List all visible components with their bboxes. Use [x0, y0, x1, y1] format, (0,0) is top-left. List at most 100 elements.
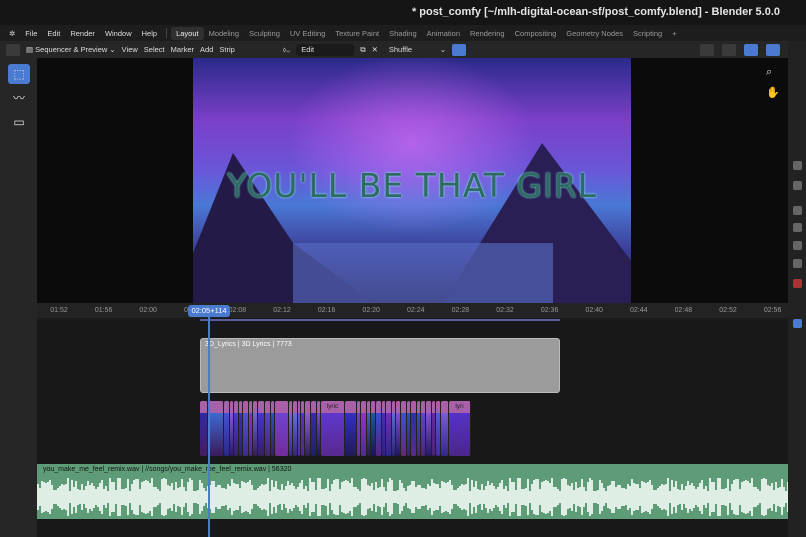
image-strip[interactable]	[441, 401, 449, 456]
image-strip[interactable]	[258, 401, 265, 456]
waveform-bar	[227, 484, 229, 510]
image-strip[interactable]: lyric	[321, 401, 345, 456]
menu-marker[interactable]: Marker	[171, 45, 194, 54]
search-tab-icon[interactable]	[793, 319, 802, 328]
waveform-bar	[83, 490, 85, 504]
blade-tool-icon[interactable]: ▭	[8, 112, 30, 132]
image-strip[interactable]	[275, 401, 289, 456]
waveform-bar	[77, 489, 79, 505]
tab-sculpting[interactable]: Sculpting	[244, 27, 285, 40]
image-strip-thumbnail	[224, 413, 229, 456]
waveform-bar	[399, 480, 401, 514]
waveform-bar	[97, 487, 99, 507]
image-strip-thumbnail	[417, 413, 420, 456]
image-strip-thumbnail	[305, 413, 310, 456]
gizmo-icon[interactable]	[744, 43, 758, 56]
tab-geometry-nodes[interactable]: Geometry Nodes	[561, 27, 628, 40]
waveform-bar	[635, 484, 637, 510]
zoom-icon[interactable]: ⌕	[766, 66, 772, 79]
menu-window[interactable]: Window	[100, 29, 137, 38]
cache-tab-icon[interactable]	[793, 206, 802, 215]
waveform-bar	[669, 491, 671, 503]
waveform-bar	[503, 489, 505, 505]
menu-file[interactable]: File	[20, 29, 42, 38]
waveform-bar	[99, 483, 101, 511]
add-workspace-icon[interactable]: +	[667, 27, 681, 40]
display-icon[interactable]	[722, 43, 736, 56]
hand-pan-icon[interactable]: ✋	[766, 86, 780, 99]
image-strip[interactable]	[200, 401, 208, 456]
timeline-ruler[interactable]: 01:5201:5602:0002:0402:0802:1202:1602:20…	[37, 303, 788, 319]
waveform-bar	[487, 481, 489, 513]
chevron-down-icon[interactable]: ⌄	[440, 45, 446, 54]
menu-render[interactable]: Render	[65, 29, 100, 38]
snap-icon[interactable]	[452, 43, 467, 56]
scene-tab-icon[interactable]	[793, 241, 802, 250]
record-tab-icon[interactable]	[793, 279, 802, 288]
edit-field[interactable]: Edit	[296, 43, 355, 56]
waveform-bar	[621, 488, 623, 506]
waveform-bar	[105, 486, 107, 508]
copy-icon[interactable]: ⧉	[360, 45, 365, 55]
view-type-dropdown[interactable]: ▤ Sequencer & Preview ⌄	[26, 45, 116, 54]
tab-compositing[interactable]: Compositing	[510, 27, 562, 40]
tab-shading[interactable]: Shading	[384, 27, 422, 40]
waveform-bar	[589, 478, 591, 516]
text-strip[interactable]: 3D_Lyrics | 3D Lyrics | 7773	[200, 338, 560, 393]
menu-help[interactable]: Help	[137, 29, 162, 38]
view-tab-icon[interactable]	[793, 259, 802, 268]
current-frame-indicator[interactable]: 02:05+114	[188, 305, 230, 317]
waveform-bar	[253, 490, 255, 504]
menu-view[interactable]: View	[122, 45, 138, 54]
preview-overlay-icon[interactable]	[766, 43, 780, 56]
waveform-bar	[269, 491, 271, 503]
image-strip[interactable]	[208, 401, 224, 456]
waveform-bar	[403, 488, 405, 506]
waveform-bar	[267, 478, 269, 516]
annotate-tool-icon[interactable]: 〰	[8, 88, 30, 108]
strip-tab-icon[interactable]	[793, 161, 802, 170]
image-strip-header	[271, 401, 274, 413]
waveform-bar	[597, 490, 599, 504]
image-strip-header	[407, 401, 410, 413]
tab-rendering[interactable]: Rendering	[465, 27, 510, 40]
waveform-bar	[625, 489, 627, 505]
ruler-tick: 02:28	[451, 307, 470, 314]
waveform-bar	[499, 483, 501, 511]
ruler-tick: 02:56	[763, 307, 782, 314]
tab-scripting[interactable]: Scripting	[628, 27, 667, 40]
menu-add[interactable]: Add	[200, 45, 213, 54]
waveform-bar	[325, 488, 327, 506]
waveform-bar	[539, 489, 541, 505]
tab-uv-editing[interactable]: UV Editing	[285, 27, 330, 40]
tab-modeling[interactable]: Modeling	[204, 27, 244, 40]
blender-logo-icon[interactable]: ✲	[4, 29, 20, 38]
image-strip-thumbnail	[275, 413, 288, 456]
menu-strip[interactable]: Strip	[219, 45, 234, 54]
menu-edit[interactable]: Edit	[42, 29, 65, 38]
tab-layout[interactable]: Layout	[171, 26, 204, 40]
modifiers-tab-icon[interactable]	[793, 181, 802, 190]
overlay-icon[interactable]	[700, 43, 714, 56]
audio-strip[interactable]: you_make_me_feel_remix.wav | //songs/you…	[37, 464, 788, 519]
waveform-bar	[69, 491, 71, 503]
waveform-bar	[333, 480, 335, 514]
editor-type-icon[interactable]	[6, 43, 20, 56]
waveform-bar	[353, 487, 355, 507]
tab-animation[interactable]: Animation	[422, 27, 465, 40]
waveform-bar	[377, 488, 379, 506]
image-strip-header	[357, 401, 360, 413]
clear-icon[interactable]: ✕	[372, 45, 378, 54]
proxy-tab-icon[interactable]	[793, 223, 802, 232]
tab-texture-paint[interactable]: Texture Paint	[330, 27, 384, 40]
image-strip-header	[224, 401, 229, 413]
menu-select[interactable]: Select	[144, 45, 165, 54]
waveform-bar	[341, 482, 343, 512]
select-tool-icon[interactable]: ⬚	[8, 64, 30, 84]
blend-mode-dropdown[interactable]: Shuffle	[383, 43, 434, 56]
tool-settings-icon[interactable]: ⬨⌄	[283, 45, 290, 55]
image-strip-header	[298, 401, 300, 413]
image-strip[interactable]: lyri	[449, 401, 471, 456]
image-strip[interactable]	[345, 401, 357, 456]
playhead[interactable]	[208, 317, 210, 537]
